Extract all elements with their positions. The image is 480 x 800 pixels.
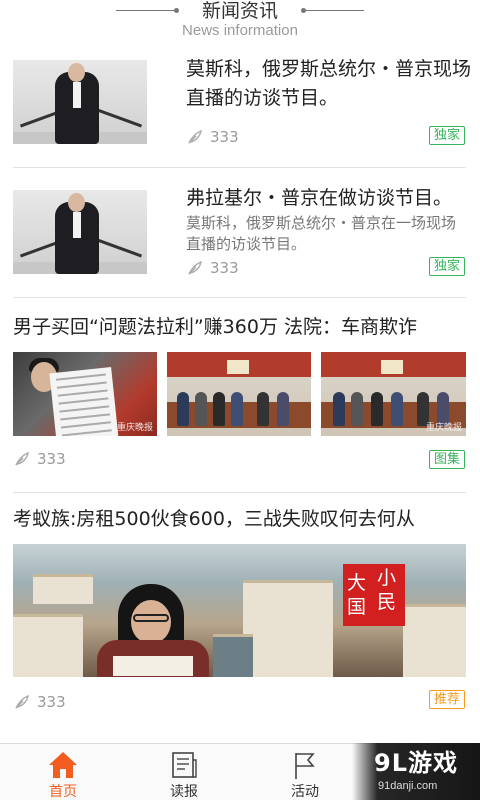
news-summary: 莫斯科，俄罗斯总统尔・普京在一场现场直播的访谈节目。 [186,214,457,253]
feather-icon [188,129,202,144]
page-subtitle: News information [182,22,298,39]
view-count: 333 [37,450,66,468]
flag-icon [295,753,315,779]
news-meta: 333 [186,259,239,277]
news-gallery-image[interactable] [167,352,311,436]
news-meta: 333 [13,450,66,468]
divider [13,167,466,168]
feather-icon [188,260,202,275]
tab-label: 活动 [291,784,319,800]
tab-label: 读报 [170,784,198,800]
view-count: 333 [37,693,66,711]
tab-label: 首页 [49,784,77,800]
tag-badge: 独家 [429,126,466,145]
home-icon [49,752,77,778]
news-thumbnail[interactable] [13,60,147,144]
site-watermark: 9L游戏 91danji.com [352,743,480,800]
view-count: 333 [210,128,239,146]
tab-activity[interactable]: 活动 [245,744,365,800]
news-headline[interactable]: 考蚁族:房租500伙食600，三战失败叹何去何从 [13,505,473,534]
news-gallery-image[interactable]: 重庆晚报 [321,352,466,436]
tab-home[interactable]: 首页 [3,744,123,800]
divider [13,297,466,298]
image-watermark: 重庆晚报 [425,423,462,433]
news-meta: 333 [186,128,239,146]
view-count: 333 [210,259,239,277]
page-title: 新闻资讯 [201,0,278,22]
news-headline[interactable]: 男子买回“问题法拉利”赚360万 法院：车商欺诈 [13,313,473,342]
divider [13,492,466,493]
tag-badge: 独家 [429,257,466,276]
feather-icon [15,451,29,466]
tab-newspaper[interactable]: 读报 [124,744,244,800]
feather-icon [15,694,29,709]
news-thumbnail[interactable] [13,190,147,274]
news-headline[interactable]: 弗拉基尔・普京在做访谈节目。 [186,184,478,213]
header-divider-right [304,10,364,11]
news-gallery-image[interactable]: 重庆晚报 [13,352,157,436]
page-header: 新闻资讯 News information [0,0,480,44]
brand-url: 91danji.com [378,780,438,792]
news-headline[interactable]: 莫斯科，俄罗斯总统尔・普京现场直播的访谈节目。 [186,55,471,113]
newspaper-icon [172,752,197,778]
publisher-logo: 大 小 国 民 [343,564,405,626]
brand-name: 9L游戏 [374,749,458,777]
news-meta: 333 [13,693,66,711]
tag-badge: 图集 [429,450,466,469]
image-watermark: 重庆晚报 [116,423,153,433]
tag-badge: 推荐 [429,690,466,709]
news-featured-image[interactable]: 大 小 国 民 [13,544,466,677]
